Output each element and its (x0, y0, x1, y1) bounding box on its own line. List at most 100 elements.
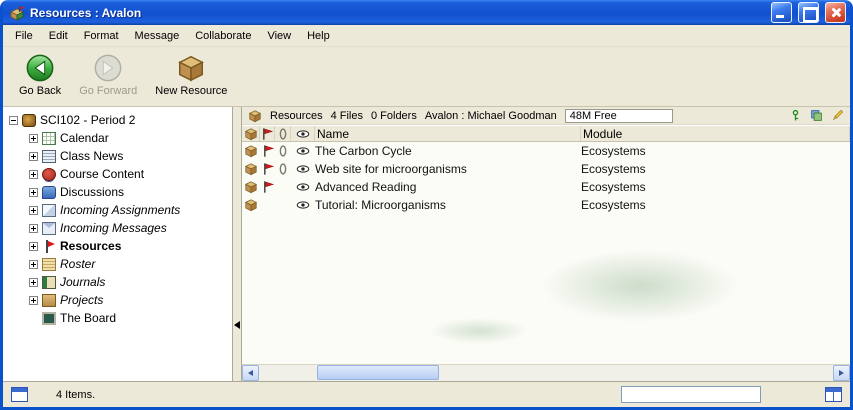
panel-splitter[interactable] (233, 107, 241, 381)
splitter-collapse-icon[interactable] (234, 321, 240, 329)
toolbar: Go Back Go Forward New Resource (3, 47, 850, 107)
layout-view-icon[interactable] (825, 387, 842, 402)
tree-item-class-news[interactable]: Class News (7, 147, 232, 165)
expand-plus-icon[interactable] (29, 152, 38, 161)
maximize-button[interactable] (798, 2, 819, 23)
expand-plus-icon[interactable] (29, 242, 38, 251)
resource-name: Advanced Reading (315, 180, 581, 194)
tree-root-sci102[interactable]: SCI102 - Period 2 (7, 111, 232, 129)
collapse-expander-icon[interactable] (9, 116, 18, 125)
map-watermark (542, 250, 737, 322)
tree-item-discussions[interactable]: Discussions (7, 183, 232, 201)
menu-item-format[interactable]: Format (76, 27, 127, 45)
tree-item-label: Incoming Messages (60, 221, 167, 235)
pencil-icon[interactable] (831, 109, 844, 122)
scroll-track[interactable] (259, 365, 833, 381)
attachment-icon (276, 162, 290, 176)
eye-icon (296, 180, 310, 194)
expand-plus-icon[interactable] (29, 170, 38, 179)
resource-module: Ecosystems (581, 198, 850, 212)
flag-icon (42, 240, 56, 253)
panel-title: Resources (270, 110, 323, 122)
table-row[interactable]: Tutorial: Microorganisms Ecosystems (242, 196, 850, 214)
calendar-view-icon[interactable] (11, 387, 28, 402)
flag-column-icon (260, 127, 274, 141)
key-icon[interactable] (789, 109, 802, 122)
close-button[interactable] (825, 2, 846, 23)
roster-icon (42, 258, 56, 271)
items-count: 4 Items. (56, 389, 95, 401)
menu-item-message[interactable]: Message (127, 27, 188, 45)
projects-icon (42, 294, 56, 307)
tree-item-course-content[interactable]: Course Content (7, 165, 232, 183)
free-space-field: 48M Free (565, 109, 673, 123)
expand-plus-icon[interactable] (29, 296, 38, 305)
go-forward-button[interactable]: Go Forward (71, 51, 145, 99)
expand-plus-icon[interactable] (29, 188, 38, 197)
owner-label: Avalon : Michael Goodman (425, 110, 557, 122)
scroll-left-button[interactable] (242, 365, 259, 381)
eye-icon (296, 144, 310, 158)
statusbar: 4 Items. (3, 381, 850, 407)
tree-item-the-board[interactable]: The Board (7, 309, 232, 327)
expand-plus-icon[interactable] (29, 206, 38, 215)
window-title: Resources : Avalon (30, 6, 765, 20)
name-column-header[interactable]: Name (315, 126, 581, 141)
tree-item-projects[interactable]: Projects (7, 291, 232, 309)
tree-item-label: Roster (60, 257, 95, 271)
tree-item-label: Resources (60, 239, 121, 253)
tree-item-incoming-assignments[interactable]: Incoming Assignments (7, 201, 232, 219)
folders-count: 0 Folders (371, 110, 417, 122)
table-row[interactable]: Advanced Reading Ecosystems (242, 178, 850, 196)
titlebar[interactable]: Resources : Avalon (3, 0, 850, 25)
menu-item-view[interactable]: View (259, 27, 299, 45)
expand-plus-icon[interactable] (29, 224, 38, 233)
calendar-icon (42, 132, 56, 145)
resource-module: Ecosystems (581, 162, 850, 176)
horizontal-scrollbar[interactable] (242, 364, 850, 381)
table-column-headers[interactable]: Name Module (242, 125, 850, 142)
tree-item-label: Course Content (60, 167, 144, 181)
tree-item-resources[interactable]: Resources (7, 237, 232, 255)
scroll-thumb[interactable] (317, 365, 439, 380)
eye-column-icon (296, 127, 310, 141)
module-column-header[interactable]: Module (581, 126, 850, 141)
assignments-icon (42, 204, 56, 217)
expand-plus-icon[interactable] (29, 260, 38, 269)
expand-plus-icon[interactable] (29, 278, 38, 287)
minimize-button[interactable] (771, 2, 792, 23)
box-column-icon (244, 127, 258, 141)
tree-item-label: Discussions (60, 185, 124, 199)
attachment-column-icon (276, 127, 290, 141)
go-back-button[interactable]: Go Back (11, 51, 69, 99)
go-forward-label: Go Forward (79, 85, 137, 97)
new-resource-button[interactable]: New Resource (147, 51, 235, 99)
resources-panel-header: Resources 4 Files 0 Folders Avalon : Mic… (242, 107, 850, 125)
tree-item-calendar[interactable]: Calendar (7, 129, 232, 147)
menu-item-edit[interactable]: Edit (41, 27, 76, 45)
menu-item-file[interactable]: File (7, 27, 41, 45)
resource-box-icon (244, 144, 258, 158)
new-resource-box-icon (176, 53, 206, 83)
tree-item-label: Incoming Assignments (60, 203, 180, 217)
table-row[interactable]: The Carbon Cycle Ecosystems (242, 142, 850, 160)
table-row[interactable]: Web site for microorganisms Ecosystems (242, 160, 850, 178)
status-field[interactable] (621, 386, 761, 403)
expand-plus-icon[interactable] (29, 134, 38, 143)
layers-icon[interactable] (810, 109, 823, 122)
resource-name: Web site for microorganisms (315, 162, 581, 176)
menu-item-help[interactable]: Help (299, 27, 338, 45)
forward-arrow-icon (93, 53, 123, 83)
tree-item-roster[interactable]: Roster (7, 255, 232, 273)
resources-box-icon (248, 109, 262, 123)
new-resource-label: New Resource (155, 85, 227, 97)
news-icon (42, 150, 56, 163)
resources-panel: Resources 4 Files 0 Folders Avalon : Mic… (241, 107, 850, 381)
resource-box-icon (244, 180, 258, 194)
tree-item-incoming-messages[interactable]: Incoming Messages (7, 219, 232, 237)
scroll-right-button[interactable] (833, 365, 850, 381)
eye-icon (296, 198, 310, 212)
menu-item-collaborate[interactable]: Collaborate (187, 27, 259, 45)
discussions-icon (42, 186, 56, 199)
tree-item-journals[interactable]: Journals (7, 273, 232, 291)
